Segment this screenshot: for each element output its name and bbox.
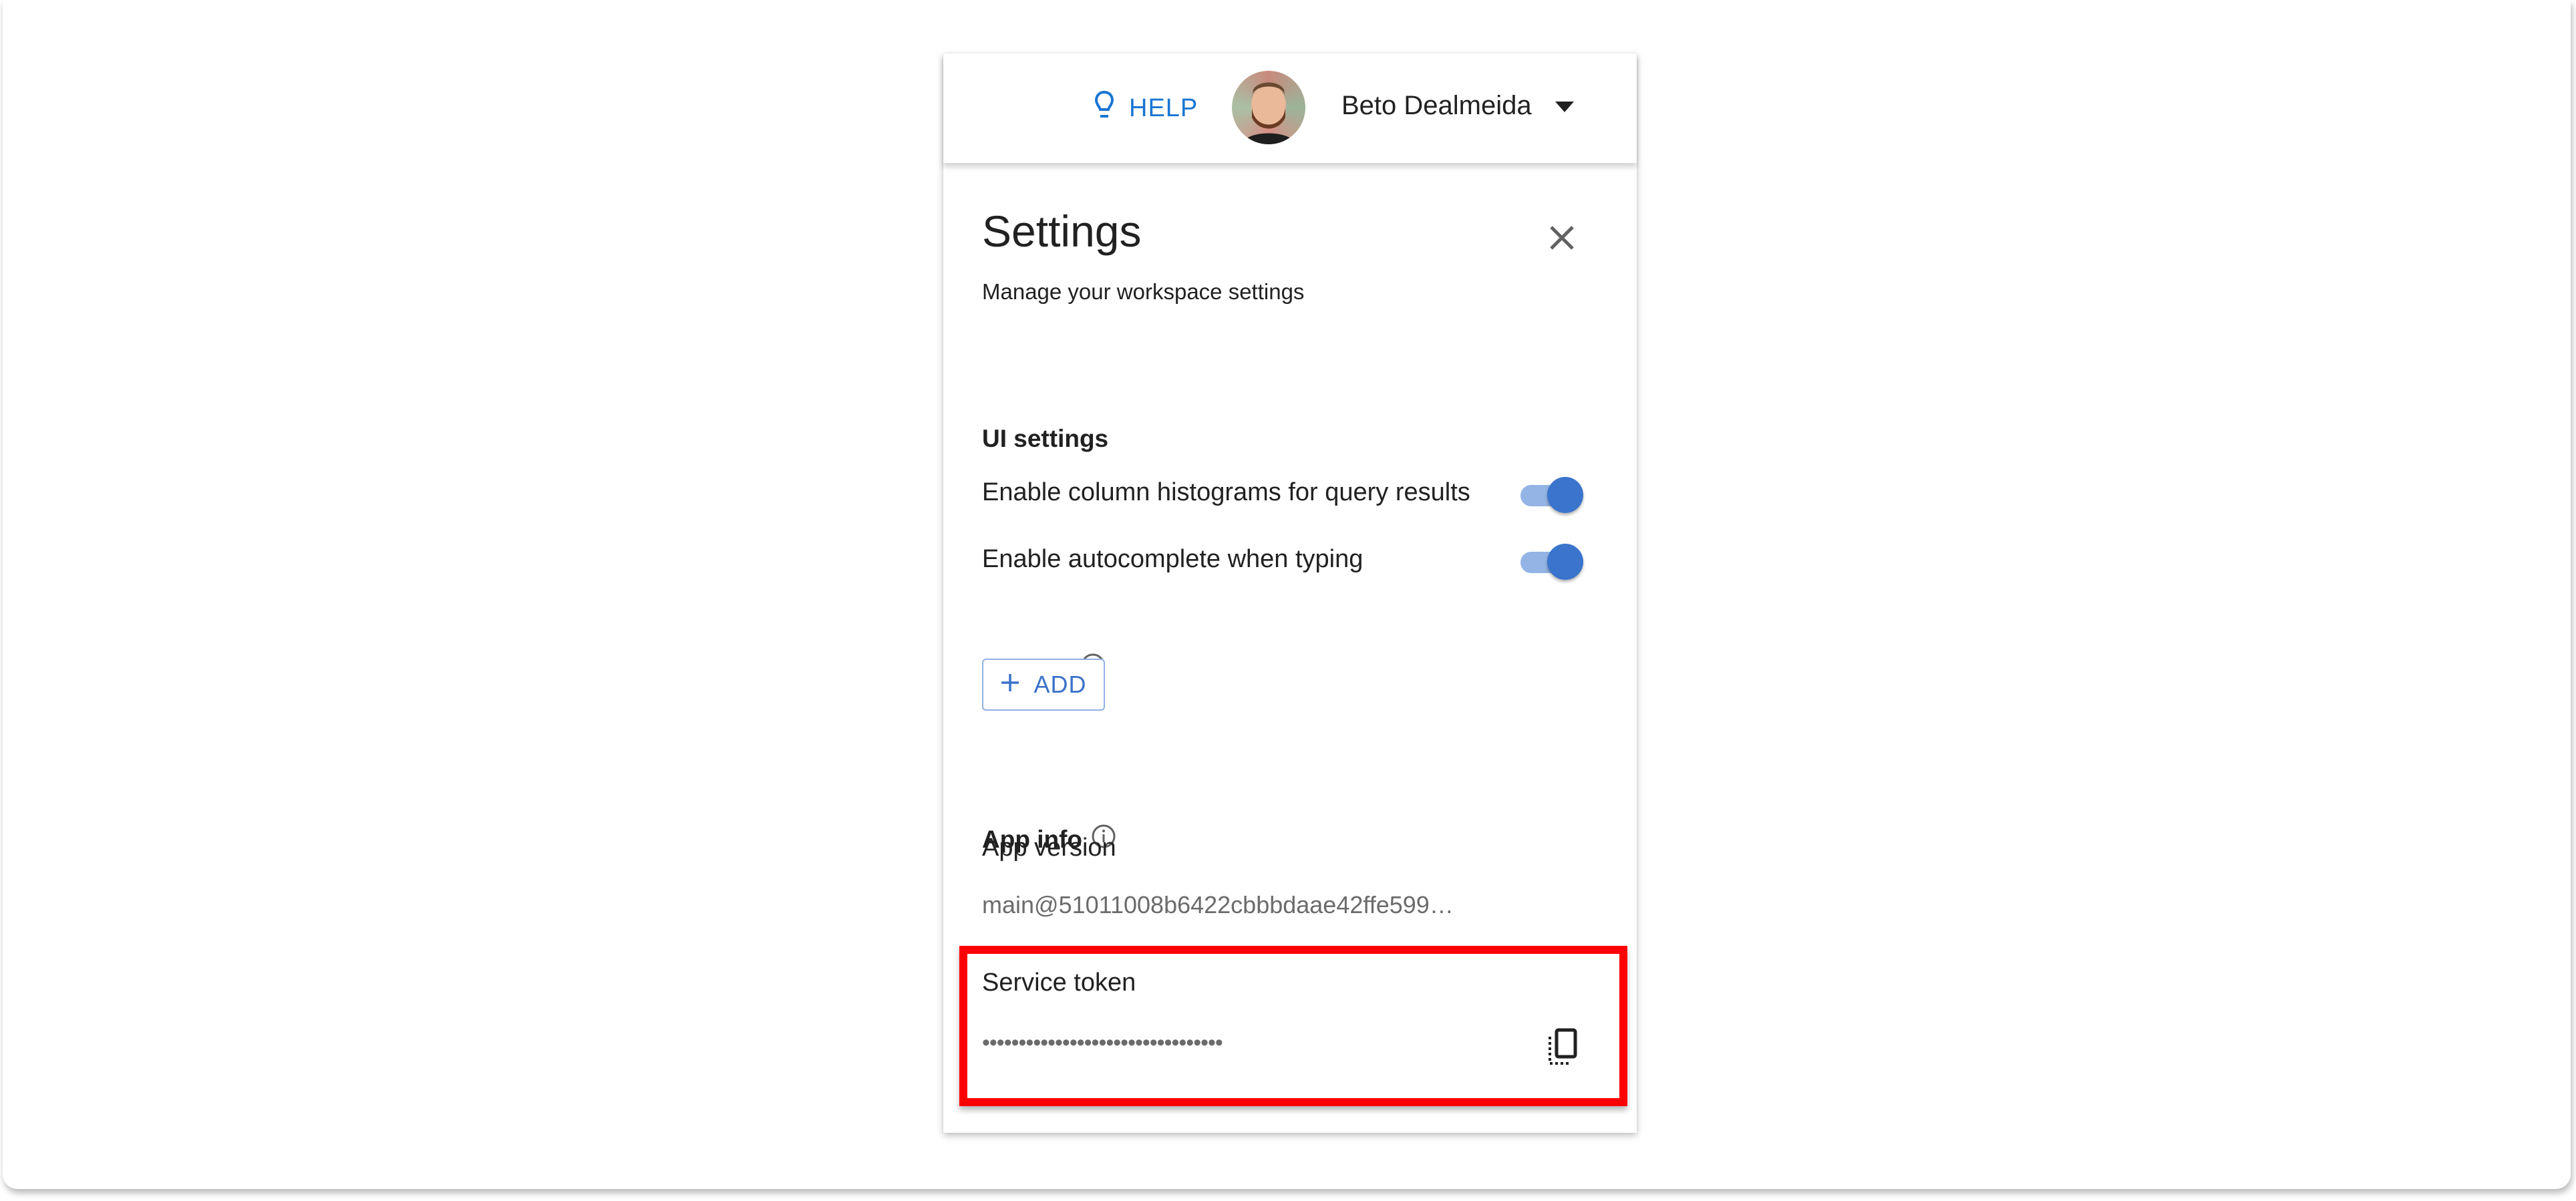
avatar[interactable]: [1232, 71, 1305, 144]
help-label: HELP: [1129, 94, 1198, 122]
plus-icon: [1000, 671, 1020, 699]
app-version-label: App version: [982, 834, 1116, 862]
ui-settings-heading: UI settings: [982, 425, 1108, 453]
autocomplete-option-label: Enable autocomplete when typing: [982, 545, 1363, 573]
add-secret-button[interactable]: ADD: [982, 659, 1105, 711]
user-menu-name[interactable]: Beto Dealmeida: [1341, 91, 1532, 121]
copy-icon[interactable]: [1545, 1027, 1579, 1067]
toggle-thumb: [1547, 544, 1583, 580]
browser-window: HELP Beto Dealmeida Settings Manage your…: [3, 0, 2571, 1189]
service-token-label: Service token: [982, 969, 1136, 997]
service-token-value: •••••••••••••••••••••••••••••••••: [982, 1030, 1223, 1055]
add-label: ADD: [1033, 671, 1087, 698]
app-version-value: main@51011008b6422cbbbdaae42ffe599…: [982, 891, 1454, 918]
histogram-option-label: Enable column histograms for query resul…: [982, 478, 1470, 506]
caret-down-icon[interactable]: [1555, 102, 1574, 112]
settings-title: Settings: [982, 206, 1142, 256]
app-header: HELP Beto Dealmeida: [943, 53, 1637, 163]
settings-panel: HELP Beto Dealmeida Settings Manage your…: [943, 53, 1637, 1133]
lightbulb-icon: [1094, 90, 1114, 127]
toggle-thumb: [1547, 477, 1583, 513]
autocomplete-toggle[interactable]: [1516, 541, 1586, 581]
help-button[interactable]: HELP: [1094, 90, 1198, 127]
close-icon[interactable]: [1545, 220, 1579, 255]
ui-settings-title: UI settings: [982, 425, 1109, 452]
histogram-toggle[interactable]: [1516, 474, 1586, 514]
settings-subtitle: Manage your workspace settings: [982, 279, 1305, 304]
